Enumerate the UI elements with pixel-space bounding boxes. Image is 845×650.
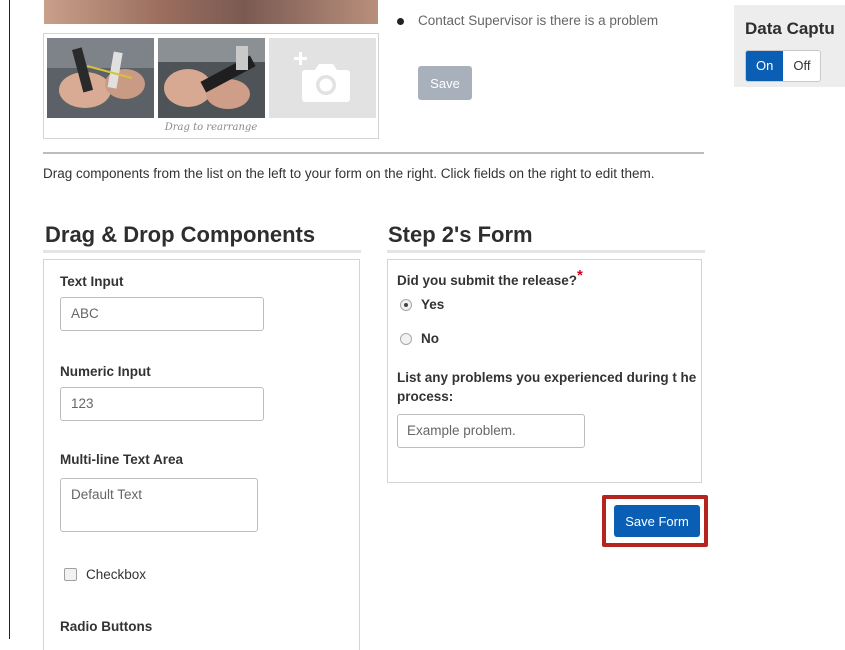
required-asterisk: * [577,267,583,284]
components-title-rule [43,250,361,253]
text-input-label: Text Input [60,274,124,289]
save-form-highlight: Save Form [602,495,708,547]
data-capture-panel: Data Captu On Off [734,5,845,87]
save-form-button[interactable]: Save Form [614,505,700,537]
photo-thumbnail-1[interactable] [47,38,154,118]
checkbox-component[interactable]: Checkbox [64,567,146,582]
radio-option-yes-label: Yes [421,297,445,312]
question-1-text: Did you submit the release? [397,273,578,288]
toggle-on-button[interactable]: On [746,51,784,81]
bullet-text: Contact Supervisor is there is a problem [418,13,659,28]
window-left-border [0,0,10,639]
checkbox-box-icon [64,568,77,581]
section-divider [43,152,704,154]
radio-option-no[interactable]: No [400,331,439,346]
data-capture-toggle: On Off [745,50,822,82]
photo-thumbnail-2[interactable] [158,38,265,118]
toggle-off-button[interactable]: Off [783,51,820,81]
save-button[interactable]: Save [418,66,472,100]
form-title: Step 2's Form [388,222,533,247]
text-area-component[interactable]: Default Text [60,478,258,532]
bullet-item: Contact Supervisor is there is a problem [397,13,658,28]
components-panel: Text Input ABC Numeric Input 123 Multi-l… [43,259,360,650]
gallery-caption: Drag to rearrange [164,122,258,133]
radio-unselected-icon [400,332,412,345]
question-1-label[interactable]: Did you submit the release?* [397,267,583,289]
data-capture-title: Data Captu [745,19,835,38]
numeric-input-label: Numeric Input [60,364,151,379]
form-title-rule [387,250,705,253]
components-title: Drag & Drop Components [45,222,316,247]
builder-instructions: Drag components from the list on the lef… [43,166,655,181]
form-preview-panel: Did you submit the release?* Yes No List… [387,259,702,483]
bullet-dot-icon [397,17,404,25]
text-area-label: Multi-line Text Area [60,452,184,467]
camera-plus-icon [294,52,350,102]
radio-selected-icon [400,298,412,311]
main-photo[interactable] [44,0,378,24]
checkbox-label: Checkbox [86,567,147,582]
problems-input[interactable]: Example problem. [397,414,585,448]
add-photo-button[interactable] [269,38,376,118]
question-2-label[interactable]: List any problems you experienced during… [397,368,697,406]
radio-option-no-label: No [421,331,439,346]
radio-option-yes[interactable]: Yes [400,297,444,312]
radio-buttons-component[interactable]: Radio Buttons [60,619,152,634]
text-input-component[interactable]: ABC [60,297,264,331]
numeric-input-component[interactable]: 123 [60,387,264,421]
photo-gallery: Drag to rearrange [43,33,379,139]
